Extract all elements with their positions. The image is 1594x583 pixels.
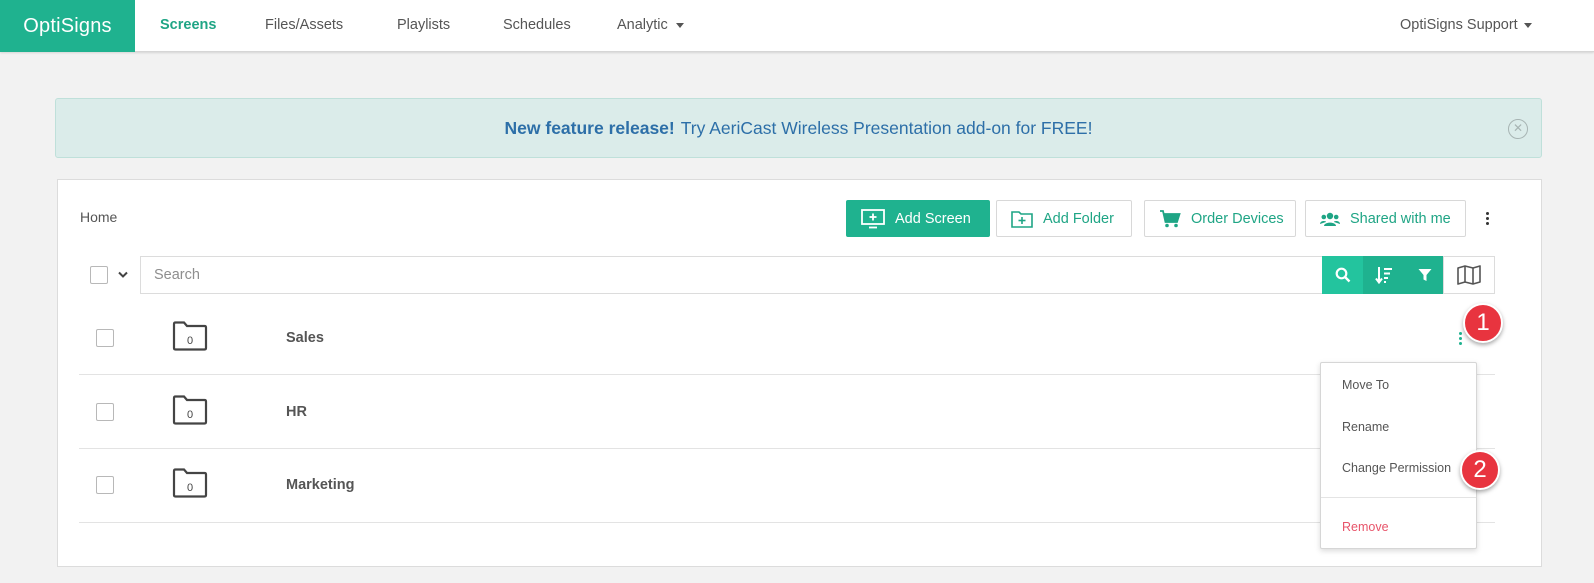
folder-icon: 0 [172,468,208,503]
row-checkbox[interactable] [96,403,114,421]
more-options-icon[interactable] [1482,206,1492,230]
nav-screens[interactable]: Screens [160,0,216,52]
folder-icon: 0 [172,321,208,356]
folder-row[interactable]: 0 Marketing [79,449,1495,523]
menu-divider [1321,497,1476,498]
nav-analytic[interactable]: Analytic [617,0,684,52]
folder-icon: 0 [172,395,208,430]
caret-down-icon [675,22,684,28]
chevron-down-icon[interactable] [118,271,128,279]
nav-schedules[interactable]: Schedules [503,0,571,52]
filter-icon [1418,269,1431,281]
nav-files-assets[interactable]: Files/Assets [265,0,343,52]
folder-plus-icon [1011,210,1033,228]
folder-item-count: 0 [186,482,194,494]
shared-with-me-label: Shared with me [1350,210,1451,227]
map-view-button[interactable] [1443,256,1495,294]
shared-with-me-button[interactable]: Shared with me [1305,200,1466,237]
top-navbar: OptiSigns Screens Files/Assets Playlists… [0,0,1594,52]
banner-text[interactable]: Try AeriCast Wireless Presentation add-o… [681,118,1093,139]
add-screen-label: Add Screen [895,210,971,227]
menu-item-remove[interactable]: Remove [1342,520,1389,534]
annotation-badge-2: 2 [1460,450,1500,490]
select-all-checkbox[interactable] [90,266,108,284]
folder-row[interactable]: 0 Sales [79,301,1495,375]
add-folder-button[interactable]: Add Folder [996,200,1132,237]
order-devices-label: Order Devices [1191,210,1284,227]
nav-playlists[interactable]: Playlists [397,0,450,52]
brand-logo[interactable]: OptiSigns [0,0,135,52]
folder-name[interactable]: Marketing [286,477,355,493]
folder-item-count: 0 [186,335,194,347]
sort-button[interactable] [1363,256,1404,294]
folder-item-count: 0 [186,409,194,421]
breadcrumb[interactable]: Home [80,209,117,225]
monitor-plus-icon [861,208,885,228]
folder-row[interactable]: 0 HR [79,375,1495,449]
announcement-banner: New feature release! Try AeriCast Wirele… [55,98,1542,158]
row-more-options-icon[interactable] [1455,332,1465,348]
add-screen-button[interactable]: Add Screen [846,200,990,237]
caret-down-icon [1523,22,1532,28]
filter-button[interactable] [1404,256,1445,294]
banner-highlight: New feature release! [504,117,675,138]
order-devices-button[interactable]: Order Devices [1144,200,1296,237]
row-checkbox[interactable] [96,476,114,494]
map-icon [1457,265,1481,285]
add-folder-label: Add Folder [1043,210,1114,227]
folder-context-menu: Move To Rename Change Permission Remove [1320,362,1477,549]
nav-analytic-label: Analytic [617,17,668,33]
search-button[interactable] [1322,256,1363,294]
menu-item-rename[interactable]: Rename [1342,420,1389,434]
user-menu[interactable]: OptiSigns Support [1400,0,1532,52]
user-name: OptiSigns Support [1400,17,1518,33]
search-icon [1335,267,1350,283]
close-icon[interactable]: ✕ [1508,119,1528,139]
cart-icon [1160,209,1181,227]
menu-item-change-permission[interactable]: Change Permission [1342,461,1451,475]
annotation-badge-1: 1 [1463,303,1503,343]
search-input[interactable] [140,256,1325,294]
menu-item-move-to[interactable]: Move To [1342,378,1389,392]
folder-name[interactable]: HR [286,404,307,420]
row-checkbox[interactable] [96,329,114,347]
sort-icon [1374,267,1392,284]
users-icon [1320,212,1340,226]
folder-name[interactable]: Sales [286,330,324,346]
